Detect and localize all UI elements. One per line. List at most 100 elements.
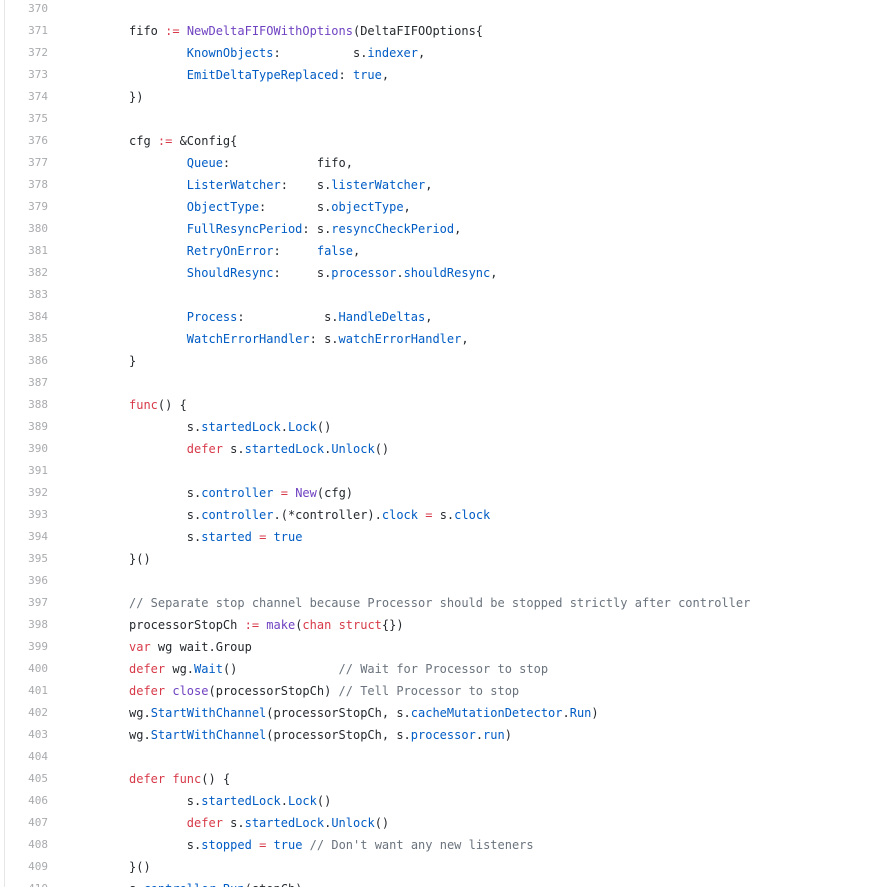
line-number[interactable]: 404 — [5, 746, 48, 768]
code-text: ListerWatcher: s.listerWatcher, — [129, 174, 433, 196]
code-token: defer — [186, 816, 223, 830]
line-number[interactable]: 399 — [5, 636, 48, 658]
code-token: // Separate stop channel because Process… — [129, 596, 751, 610]
line-number[interactable]: 387 — [5, 372, 48, 394]
code-token: wg. — [129, 728, 151, 742]
code-text: fifo := NewDeltaFIFOWithOptions(DeltaFIF… — [129, 20, 483, 42]
code-token: : s. — [280, 178, 332, 192]
line-number[interactable]: 384 — [5, 306, 48, 328]
line-number[interactable]: 398 — [5, 614, 48, 636]
code-token: // Don't want any new listeners — [309, 838, 534, 852]
code-token: }() — [129, 552, 151, 566]
code-line: 402 wg.StartWithChannel(processorStopCh, … — [5, 702, 884, 724]
line-number[interactable]: 371 — [5, 20, 48, 42]
code-token: : — [273, 244, 317, 258]
code-token: : s. — [259, 200, 332, 214]
code-text: } — [129, 350, 136, 372]
code-line: 381 RetryOnError: false, — [5, 240, 884, 262]
code-text: ShouldResync: s.processor.shouldResync, — [129, 262, 498, 284]
code-token: defer — [129, 662, 166, 676]
line-number[interactable]: 403 — [5, 724, 48, 746]
line-number[interactable]: 380 — [5, 218, 48, 240]
code-token: := — [165, 24, 180, 38]
code-line: 383 — [5, 284, 884, 306]
code-token: true — [352, 68, 382, 82]
code-token: EmitDeltaTypeReplaced — [186, 68, 339, 82]
code-token: , — [403, 200, 411, 214]
code-token: wg. — [129, 706, 151, 720]
code-token: // Wait for Processor to stop — [338, 662, 549, 676]
line-number[interactable]: 378 — [5, 174, 48, 196]
line-number[interactable]: 374 — [5, 86, 48, 108]
line-number[interactable]: 388 — [5, 394, 48, 416]
line-number[interactable]: 395 — [5, 548, 48, 570]
line-number[interactable]: 390 — [5, 438, 48, 460]
line-number[interactable]: 400 — [5, 658, 48, 680]
line-number[interactable]: 401 — [5, 680, 48, 702]
code-token: , — [425, 310, 433, 324]
code-token: s. — [222, 442, 245, 456]
code-text: RetryOnError: false, — [129, 240, 360, 262]
code-line: 408 s.stopped = true // Don't want any n… — [5, 834, 884, 856]
code-token: true — [273, 838, 303, 852]
code-line: 407 defer s.startedLock.Unlock() — [5, 812, 884, 834]
code-token: StartWithChannel — [150, 706, 267, 720]
line-number[interactable]: 408 — [5, 834, 48, 856]
line-number[interactable]: 377 — [5, 152, 48, 174]
line-number[interactable]: 405 — [5, 768, 48, 790]
line-number[interactable]: 402 — [5, 702, 48, 724]
code-token: processorStopCh — [129, 618, 245, 632]
code-token: controller — [143, 882, 215, 887]
code-token: ObjectType — [186, 200, 260, 214]
line-number[interactable]: 393 — [5, 504, 48, 526]
code-line: 395 }() — [5, 548, 884, 570]
line-number[interactable]: 394 — [5, 526, 48, 548]
line-number[interactable]: 409 — [5, 856, 48, 878]
line-number[interactable]: 392 — [5, 482, 48, 504]
line-number[interactable]: 382 — [5, 262, 48, 284]
code-line: 390 defer s.startedLock.Unlock() — [5, 438, 884, 460]
code-line: 403 wg.StartWithChannel(processorStopCh, … — [5, 724, 884, 746]
line-number[interactable]: 396 — [5, 570, 48, 592]
code-token: NewDeltaFIFOWithOptions — [186, 24, 353, 38]
code-token: StartWithChannel — [150, 728, 267, 742]
line-number[interactable]: 381 — [5, 240, 48, 262]
line-number[interactable]: 373 — [5, 64, 48, 86]
line-number[interactable]: 406 — [5, 790, 48, 812]
code-token: := — [244, 618, 260, 632]
code-line: 397 // Separate stop channel because Proc… — [5, 592, 884, 614]
code-text: s.started = true — [129, 526, 303, 548]
line-number[interactable]: 372 — [5, 42, 48, 64]
code-token: () — [316, 794, 332, 808]
code-token: true — [273, 530, 303, 544]
code-line: 379 ObjectType: s.objectType, — [5, 196, 884, 218]
line-number[interactable]: 386 — [5, 350, 48, 372]
code-text: wg.StartWithChannel(processorStopCh, s.p… — [129, 724, 512, 746]
code-token: . — [562, 706, 570, 720]
code-token: s. — [129, 794, 202, 808]
code-token: Run — [569, 706, 592, 720]
code-token: s. — [129, 420, 202, 434]
line-number[interactable]: 383 — [5, 284, 48, 306]
code-token: .(*controller). — [273, 508, 382, 522]
code-token: : s. — [302, 222, 332, 236]
line-number[interactable]: 391 — [5, 460, 48, 482]
line-number[interactable]: 397 — [5, 592, 48, 614]
line-number[interactable]: 376 — [5, 130, 48, 152]
line-number[interactable]: 389 — [5, 416, 48, 438]
line-number[interactable]: 375 — [5, 108, 48, 130]
code-line: 371 fifo := NewDeltaFIFOWithOptions(Delta… — [5, 20, 884, 42]
code-text: EmitDeltaTypeReplaced: true, — [129, 64, 389, 86]
line-number[interactable]: 410 — [5, 878, 48, 887]
line-number[interactable]: 370 — [5, 0, 48, 20]
code-token: ) — [504, 728, 512, 742]
code-token: Queue — [186, 156, 223, 170]
line-number[interactable]: 407 — [5, 812, 48, 834]
line-number[interactable]: 379 — [5, 196, 48, 218]
line-number[interactable]: 385 — [5, 328, 48, 350]
